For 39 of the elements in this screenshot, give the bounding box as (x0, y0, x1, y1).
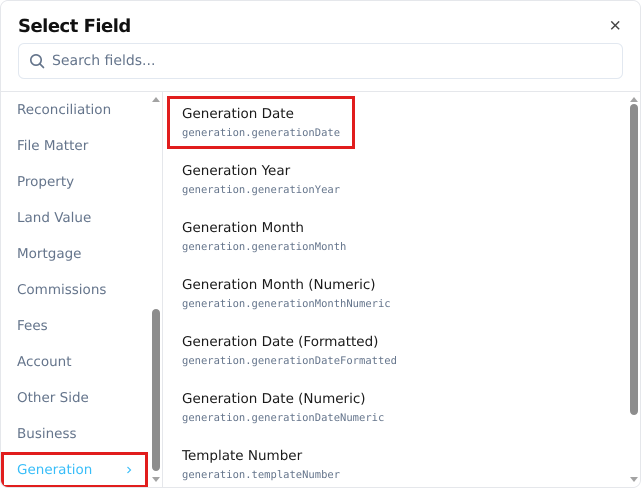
close-button[interactable]: × (607, 16, 623, 36)
field-item[interactable]: Template Number generation.templateNumber (167, 438, 356, 487)
category-item[interactable]: Reconciliation (1, 92, 148, 128)
scroll-down-icon[interactable] (151, 477, 161, 483)
category-item[interactable]: Land Value (1, 200, 148, 236)
category-item[interactable]: Commissions (1, 272, 148, 308)
field-path: generation.generationDate (182, 127, 340, 139)
category-item[interactable]: Account (1, 344, 148, 380)
field-item[interactable]: Generation Month generation.generationMonth (167, 210, 362, 263)
field-item[interactable]: Generation Month (Numeric) generation.generationMonthNumeric (167, 267, 406, 320)
field-item[interactable]: Generation Date (Numeric) generation.generationDateNumeric (167, 381, 400, 434)
field-name: Generation Date (182, 106, 295, 122)
field-path: generation.generationDateNumeric (182, 412, 384, 424)
field-item[interactable]: Generation Date generation.generationDate (167, 96, 356, 149)
field-name: Generation Month (Numeric) (182, 277, 377, 293)
category-item[interactable]: Property (1, 164, 148, 200)
field-name: Generation Month (182, 220, 305, 236)
dialog-title: Select Field (18, 16, 131, 36)
field-path: generation.generationMonthNumeric (182, 298, 391, 310)
chevron-right-icon (126, 466, 132, 474)
field-path: generation.generationDateFormatted (182, 355, 397, 367)
search-field[interactable]: Search fields... (18, 43, 623, 79)
field-name: Generation Date (Numeric) (182, 391, 367, 407)
scroll-up-icon[interactable] (629, 96, 639, 102)
field-path: generation.generationMonth (182, 241, 346, 253)
field-item[interactable]: Generation Date (Formatted) generation.generationDateFormatted (167, 324, 412, 377)
category-item[interactable]: Fees (1, 308, 148, 344)
field-name: Generation Date (Formatted) (182, 334, 380, 350)
field-item[interactable]: Generation Year generation.generationYear (167, 153, 356, 206)
category-item[interactable]: Other Side (1, 380, 148, 416)
field-name: Template Number (182, 448, 304, 464)
field-path: generation.generationYear (182, 184, 340, 196)
category-item[interactable]: Mortgage (1, 236, 148, 272)
scroll-up-icon[interactable] (151, 96, 161, 102)
category-item[interactable]: File Matter (1, 128, 148, 164)
field-name: Generation Year (182, 163, 292, 179)
category-item[interactable]: Business (1, 416, 148, 452)
scroll-down-icon[interactable] (629, 477, 639, 483)
field-path: generation.templateNumber (182, 469, 340, 481)
